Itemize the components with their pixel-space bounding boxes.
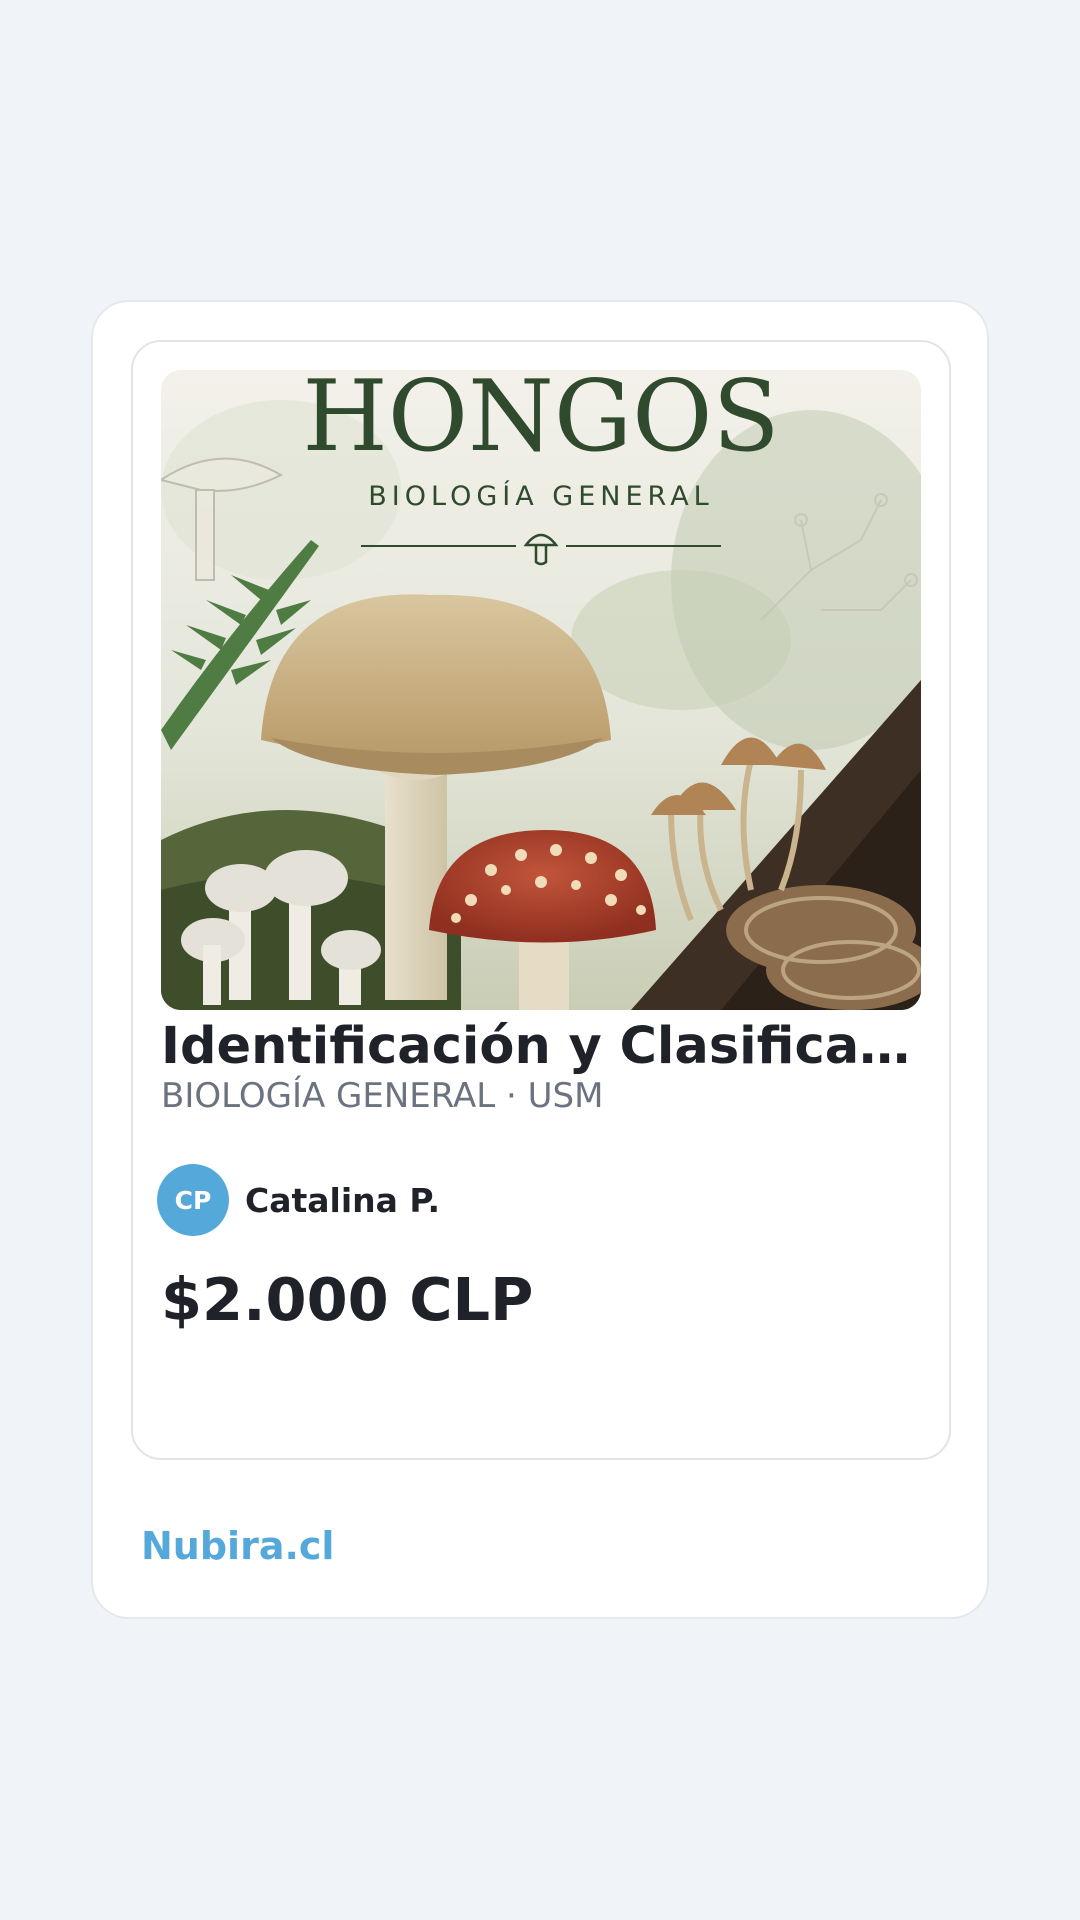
mushroom-illustration: HONGOS BIOLOGÍA GENERAL [161,370,921,1010]
product-subject-university: BIOLOGÍA GENERAL · USM [161,1076,604,1116]
product-card[interactable]: HONGOS BIOLOGÍA GENERAL Identificación y… [131,340,951,1460]
cover-title: HONGOS [302,370,779,474]
price: $2.000 CLP [161,1265,534,1334]
seller-name: Catalina P. [245,1180,441,1220]
avatar: CP [157,1164,229,1236]
brand-link[interactable]: Nubira.cl [141,1522,334,1571]
cover-subtitle: BIOLOGÍA GENERAL [368,480,713,512]
share-card: HONGOS BIOLOGÍA GENERAL Identificación y… [91,300,989,1619]
seller-info[interactable]: CP Catalina P. [157,1164,440,1236]
product-cover-image: HONGOS BIOLOGÍA GENERAL [161,370,921,1010]
product-title[interactable]: Identificación y Clasificación... [161,1014,933,1080]
